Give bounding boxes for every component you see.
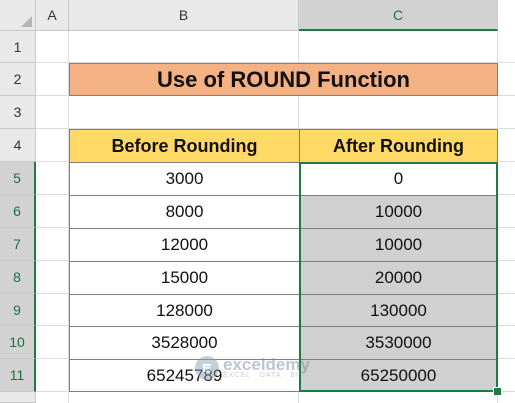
header-after-rounding[interactable]: After Rounding bbox=[299, 129, 498, 163]
column-header-c[interactable]: C bbox=[299, 0, 498, 31]
after-cell[interactable]: 20000 bbox=[299, 261, 498, 295]
row-header-6[interactable]: 6 bbox=[0, 195, 36, 228]
column-header-a[interactable]: A bbox=[36, 0, 69, 31]
row-header-4[interactable]: 4 bbox=[0, 129, 36, 162]
header-before-rounding[interactable]: Before Rounding bbox=[69, 129, 300, 163]
after-cell[interactable]: 3530000 bbox=[299, 326, 498, 360]
spreadsheet: A B C 1 2 3 4 5 6 7 8 9 10 11 Use of ROU… bbox=[0, 0, 515, 403]
select-all-triangle-icon bbox=[21, 16, 32, 27]
before-cell[interactable]: 128000 bbox=[69, 294, 300, 327]
row-header-5[interactable]: 5 bbox=[0, 162, 36, 195]
select-all-button[interactable] bbox=[0, 0, 36, 31]
fill-handle[interactable] bbox=[493, 387, 502, 396]
before-cell[interactable]: 15000 bbox=[69, 261, 300, 295]
before-cell[interactable]: 8000 bbox=[69, 195, 300, 229]
row-header-10[interactable]: 10 bbox=[0, 326, 36, 359]
after-cell[interactable]: 130000 bbox=[299, 294, 498, 327]
sheet-title[interactable]: Use of ROUND Function bbox=[69, 63, 498, 96]
before-cell[interactable]: 3000 bbox=[69, 162, 300, 196]
after-cell[interactable]: 10000 bbox=[299, 195, 498, 229]
row-header-7[interactable]: 7 bbox=[0, 228, 36, 261]
column-header-b[interactable]: B bbox=[69, 0, 299, 31]
after-cell[interactable]: 65250000 bbox=[299, 359, 498, 392]
watermark: exceldemy EXCEL · DATA · BI bbox=[195, 356, 310, 380]
row-header-8[interactable]: 8 bbox=[0, 261, 36, 294]
row-header-9[interactable]: 9 bbox=[0, 294, 36, 326]
row-header-2[interactable]: 2 bbox=[0, 63, 36, 96]
before-cell[interactable]: 12000 bbox=[69, 228, 300, 262]
row-header-3[interactable]: 3 bbox=[0, 96, 36, 129]
row-header-12[interactable] bbox=[0, 392, 36, 403]
watermark-tagline: EXCEL · DATA · BI bbox=[223, 372, 299, 379]
watermark-name: exceldemy bbox=[223, 355, 310, 374]
row-header-11[interactable]: 11 bbox=[0, 359, 36, 392]
exceldemy-logo-icon bbox=[195, 356, 219, 380]
after-cell[interactable]: 10000 bbox=[299, 228, 498, 262]
after-cell-active[interactable]: 0 bbox=[299, 162, 498, 196]
row-header-1[interactable]: 1 bbox=[0, 31, 36, 63]
